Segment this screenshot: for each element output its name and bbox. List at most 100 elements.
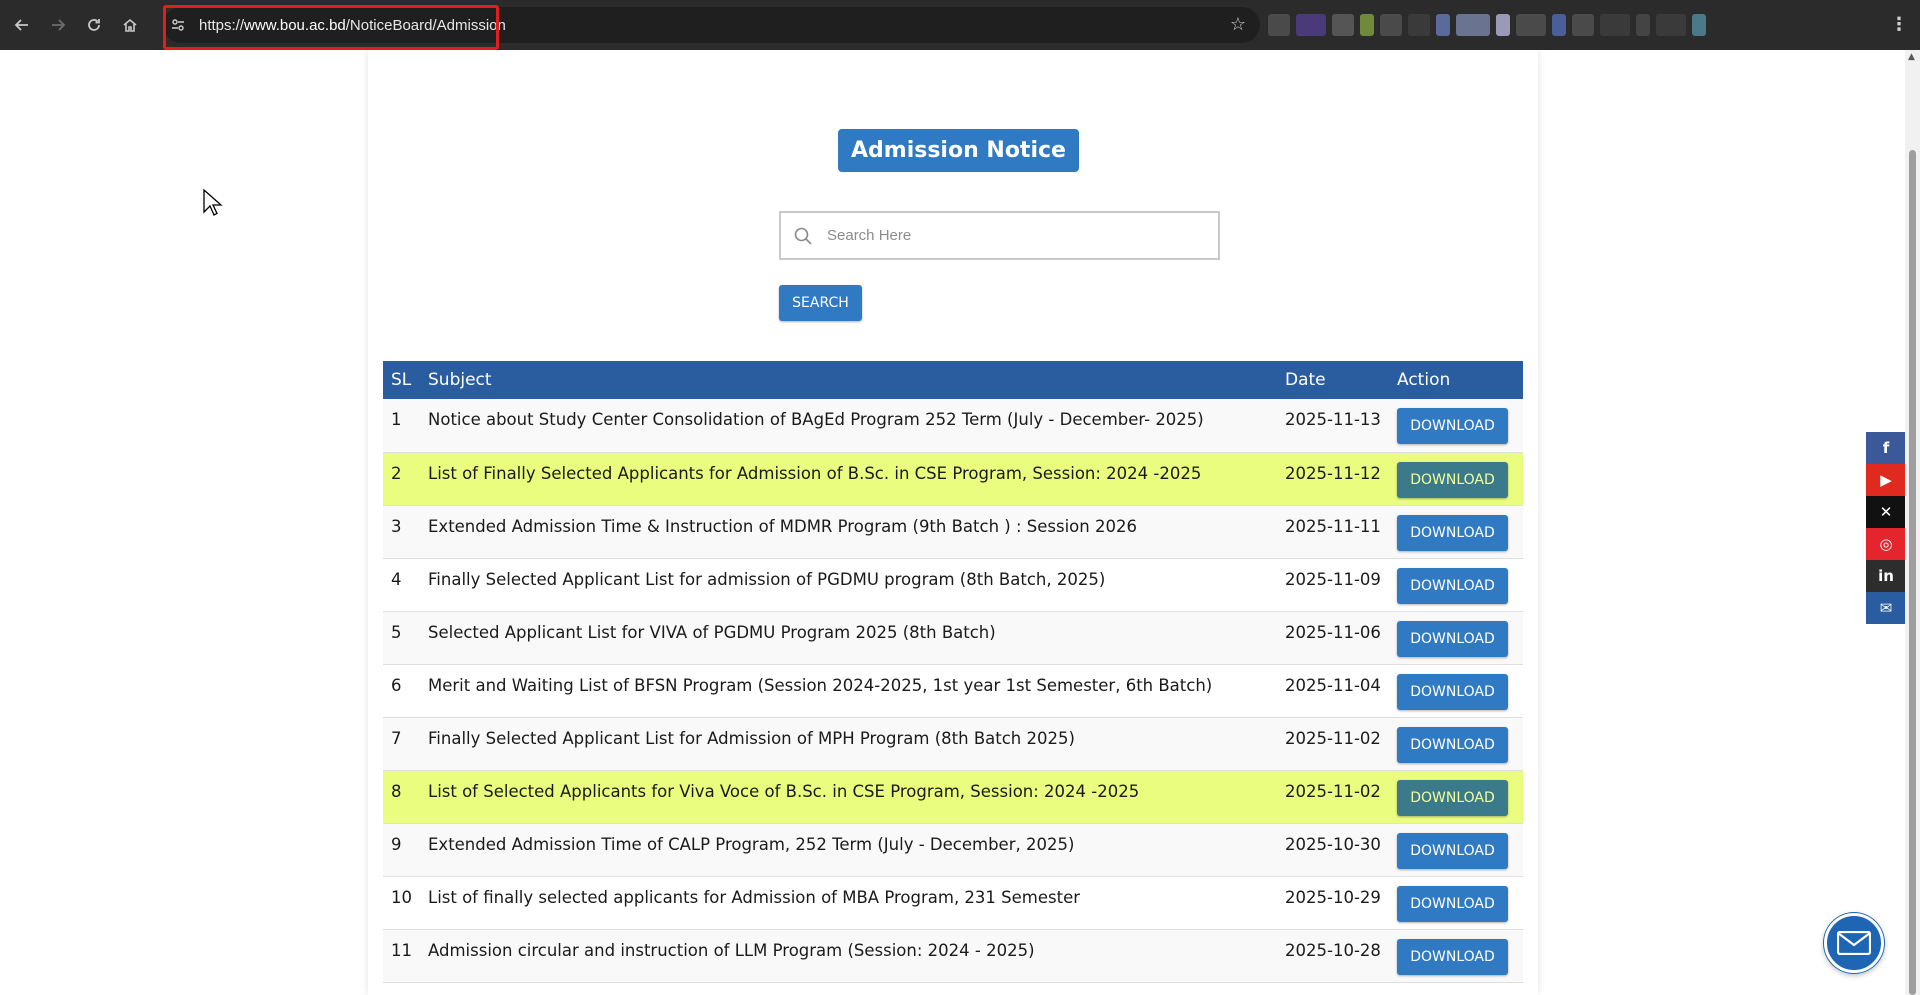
email-icon[interactable]: ✉ xyxy=(1866,592,1905,624)
content-panel: Admission Notice SEARCH SL Subject Date … xyxy=(368,50,1538,995)
url-prefix: https:// xyxy=(199,16,245,34)
extension-icon[interactable] xyxy=(1572,14,1594,36)
extension-icon[interactable] xyxy=(1380,14,1402,36)
row-subject: List of Selected Applicants for Viva Voc… xyxy=(428,781,1140,801)
download-button[interactable]: DOWNLOAD xyxy=(1397,673,1508,710)
extension-icon[interactable] xyxy=(1692,14,1706,36)
download-button[interactable]: DOWNLOAD xyxy=(1397,567,1508,604)
page-viewport: Admission Notice SEARCH SL Subject Date … xyxy=(0,50,1905,995)
table-row: 6 Merit and Waiting List of BFSN Program… xyxy=(383,664,1523,717)
download-button[interactable]: DOWNLOAD xyxy=(1397,832,1508,869)
extension-icon[interactable] xyxy=(1636,14,1650,36)
row-action: DOWNLOAD xyxy=(1389,505,1523,558)
address-bar[interactable]: https://www.bou.ac.bd/NoticeBoard/Admiss… xyxy=(163,7,1260,43)
back-icon[interactable] xyxy=(4,7,40,43)
row-subject: Finally Selected Applicant List for Admi… xyxy=(428,728,1075,748)
download-button[interactable]: DOWNLOAD xyxy=(1397,514,1508,551)
forward-icon[interactable] xyxy=(40,7,76,43)
table-row: 5 Selected Applicant List for VIVA of PG… xyxy=(383,611,1523,664)
scroll-thumb[interactable] xyxy=(1909,150,1916,995)
instagram-icon[interactable]: ◎ xyxy=(1866,528,1905,560)
extension-icon[interactable] xyxy=(1496,14,1510,36)
table-row: 4 Finally Selected Applicant List for ad… xyxy=(383,558,1523,611)
row-date: 2025-10-30 xyxy=(1285,834,1381,854)
search-button[interactable]: SEARCH xyxy=(779,285,862,321)
row-date: 2025-11-12 xyxy=(1285,463,1381,483)
page-scrollbar[interactable]: ▲ xyxy=(1905,50,1920,995)
download-button[interactable]: DOWNLOAD xyxy=(1397,885,1508,922)
extension-icon[interactable] xyxy=(1656,14,1686,36)
row-sl: 9 xyxy=(391,834,402,854)
download-button[interactable]: DOWNLOAD xyxy=(1397,779,1508,816)
browser-menu-icon[interactable]: ⋮ xyxy=(1890,14,1908,35)
extension-icon[interactable] xyxy=(1456,14,1490,36)
row-subject: List of Finally Selected Applicants for … xyxy=(428,463,1202,483)
reload-icon[interactable] xyxy=(76,7,112,43)
row-date: 2025-11-09 xyxy=(1285,569,1381,589)
row-sl: 1 xyxy=(391,410,402,429)
row-sl: 2 xyxy=(391,463,402,483)
download-button[interactable]: DOWNLOAD xyxy=(1397,726,1508,763)
row-action: DOWNLOAD xyxy=(1389,717,1523,770)
linkedin-icon[interactable]: in xyxy=(1866,560,1905,592)
row-date: 2025-11-02 xyxy=(1285,781,1381,801)
row-action: DOWNLOAD xyxy=(1389,664,1523,717)
download-button[interactable]: DOWNLOAD xyxy=(1397,408,1508,444)
table-row: 11 Admission circular and instruction of… xyxy=(383,929,1523,982)
x-icon[interactable]: ✕ xyxy=(1866,496,1905,528)
row-action: DOWNLOAD xyxy=(1389,558,1523,611)
row-sl: 8 xyxy=(391,781,402,801)
notice-table: SL Subject Date Action 1 Notice about St… xyxy=(383,361,1523,983)
row-sl: 7 xyxy=(391,728,402,748)
table-body: 1 Notice about Study Center Consolidatio… xyxy=(383,399,1523,982)
extension-icon[interactable] xyxy=(1296,14,1326,36)
extension-icon[interactable] xyxy=(1332,14,1354,36)
row-sl: 3 xyxy=(391,516,402,536)
bookmark-star-icon[interactable]: ☆ xyxy=(1230,14,1246,35)
download-button[interactable]: DOWNLOAD xyxy=(1397,620,1508,657)
table-row: 1 Notice about Study Center Consolidatio… xyxy=(383,399,1523,452)
row-subject: Admission circular and instruction of LL… xyxy=(428,940,1035,960)
column-header-sl: SL xyxy=(391,370,412,390)
url-text: https://www.bou.ac.bd/NoticeBoard/Admiss… xyxy=(199,17,506,34)
row-date: 2025-11-04 xyxy=(1285,675,1381,695)
search-box[interactable] xyxy=(779,211,1220,260)
table-row: 9 Extended Admission Time of CALP Progra… xyxy=(383,823,1523,876)
extension-icon[interactable] xyxy=(1552,14,1566,36)
row-sl: 6 xyxy=(391,675,402,695)
column-header-subject: Subject xyxy=(428,370,492,390)
extension-icon[interactable] xyxy=(1436,14,1450,36)
column-header-action: Action xyxy=(1397,370,1451,390)
mouse-cursor-icon xyxy=(203,189,223,216)
row-sl: 5 xyxy=(391,622,402,642)
url-path: /NoticeBoard/Admission xyxy=(345,16,506,34)
url-host: www.bou.ac.bd xyxy=(244,16,346,34)
row-sl: 11 xyxy=(391,940,412,960)
table-row: 3 Extended Admission Time & Instruction … xyxy=(383,505,1523,558)
contact-mail-button[interactable] xyxy=(1824,913,1884,973)
youtube-icon[interactable]: ▶ xyxy=(1866,464,1905,496)
extension-icon[interactable] xyxy=(1360,14,1374,36)
row-subject: List of finally selected applicants for … xyxy=(428,887,1081,907)
row-date: 2025-10-29 xyxy=(1285,887,1381,907)
row-subject: Selected Applicant List for VIVA of PGDM… xyxy=(428,622,996,642)
extension-icon[interactable] xyxy=(1516,14,1546,36)
site-info-icon[interactable] xyxy=(167,14,189,36)
extension-icon[interactable] xyxy=(1268,14,1290,36)
nav-buttons xyxy=(4,7,148,43)
page-title: Admission Notice xyxy=(838,129,1079,172)
extension-icon[interactable] xyxy=(1600,14,1630,36)
search-input[interactable] xyxy=(827,227,1197,244)
social-sidebar: f ▶ ✕ ◎ in ✉ xyxy=(1866,432,1905,624)
row-date: 2025-11-11 xyxy=(1285,516,1381,536)
extension-icon[interactable] xyxy=(1408,14,1430,36)
row-action: DOWNLOAD xyxy=(1389,929,1523,982)
row-sl: 10 xyxy=(391,887,412,907)
table-row-highlighted: 2 List of Finally Selected Applicants fo… xyxy=(383,452,1523,505)
download-button[interactable]: DOWNLOAD xyxy=(1397,938,1508,975)
home-icon[interactable] xyxy=(112,7,148,43)
scroll-up-icon[interactable]: ▲ xyxy=(1908,52,1915,62)
row-action: DOWNLOAD xyxy=(1389,399,1523,452)
facebook-icon[interactable]: f xyxy=(1866,432,1905,464)
download-button[interactable]: DOWNLOAD xyxy=(1397,461,1508,498)
